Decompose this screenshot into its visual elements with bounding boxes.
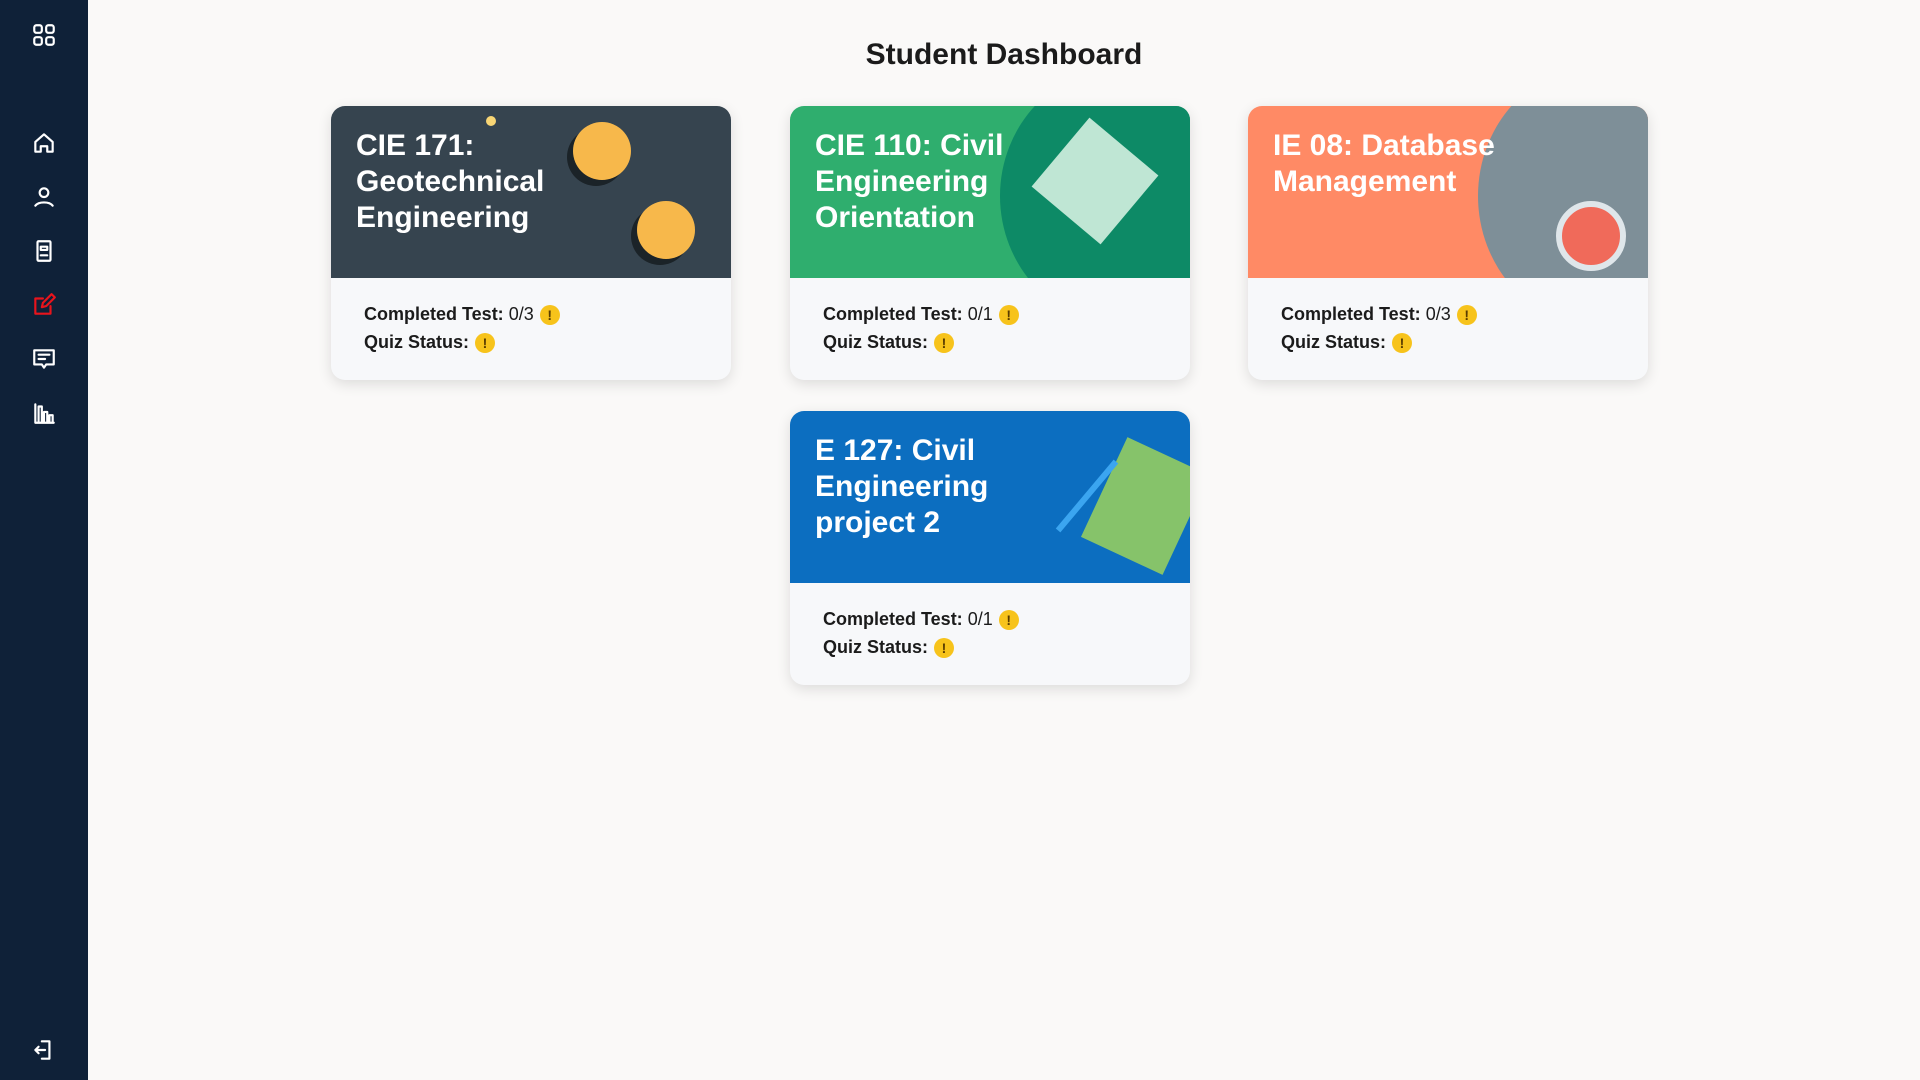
warning-icon: ! (475, 333, 496, 354)
course-banner: E 127: Civil Engineering project 2 (790, 411, 1190, 583)
apps-grid-icon[interactable] (29, 20, 59, 50)
warning-icon: ! (998, 610, 1019, 631)
messages-icon[interactable] (29, 344, 59, 374)
warning-icon: ! (1392, 333, 1413, 354)
quiz-status-row: Quiz Status:! (823, 328, 1157, 356)
reports-chart-icon[interactable] (29, 398, 59, 428)
course-title: CIE 171: Geotechnical Engineering (356, 129, 545, 234)
completed-test-value: 0/3 (1425, 304, 1451, 324)
logout-icon[interactable] (29, 1035, 59, 1065)
completed-test-label: Completed Test: (823, 304, 963, 324)
warning-icon: ! (998, 305, 1019, 326)
warning-icon: ! (934, 638, 955, 659)
course-banner: CIE 110: Civil Engineering Orientation (790, 106, 1190, 278)
completed-test-row: Completed Test: 0/3! (364, 300, 698, 328)
course-title: CIE 110: Civil Engineering Orientation (815, 129, 1004, 234)
course-banner: CIE 171: Geotechnical Engineering (331, 106, 731, 278)
course-title: E 127: Civil Engineering project 2 (815, 434, 989, 539)
completed-test-label: Completed Test: (823, 609, 963, 629)
course-card[interactable]: E 127: Civil Engineering project 2 Compl… (790, 411, 1190, 685)
quiz-status-label: Quiz Status: (823, 332, 929, 352)
warning-icon: ! (539, 305, 560, 326)
completed-test-label: Completed Test: (1281, 304, 1421, 324)
warning-icon: ! (934, 333, 955, 354)
warning-icon: ! (1456, 305, 1477, 326)
course-banner: IE 08: Database Management (1248, 106, 1648, 278)
course-card[interactable]: CIE 110: Civil Engineering Orientation C… (790, 106, 1190, 380)
completed-test-value: 0/1 (967, 304, 993, 324)
quiz-status-label: Quiz Status: (364, 332, 470, 352)
quiz-status-row: Quiz Status:! (364, 328, 698, 356)
completed-test-value: 0/1 (967, 609, 993, 629)
completed-test-value: 0/3 (508, 304, 534, 324)
completed-test-label: Completed Test: (364, 304, 504, 324)
course-card[interactable]: CIE 171: Geotechnical Engineering Comple… (331, 106, 731, 380)
completed-test-row: Completed Test: 0/3! (1281, 300, 1615, 328)
quizzes-edit-icon[interactable] (29, 290, 59, 320)
sidebar (0, 0, 88, 1080)
course-card[interactable]: IE 08: Database Management Completed Tes… (1248, 106, 1648, 380)
completed-test-row: Completed Test: 0/1! (823, 605, 1157, 633)
home-icon[interactable] (29, 128, 59, 158)
completed-test-row: Completed Test: 0/1! (823, 300, 1157, 328)
page-title: Student Dashboard (865, 38, 1143, 71)
profile-icon[interactable] (29, 182, 59, 212)
quiz-status-label: Quiz Status: (823, 637, 929, 657)
course-title: IE 08: Database Management (1273, 129, 1495, 198)
courses-book-icon[interactable] (29, 236, 59, 266)
quiz-status-label: Quiz Status: (1281, 332, 1387, 352)
quiz-status-row: Quiz Status:! (1281, 328, 1615, 356)
quiz-status-row: Quiz Status:! (823, 633, 1157, 661)
